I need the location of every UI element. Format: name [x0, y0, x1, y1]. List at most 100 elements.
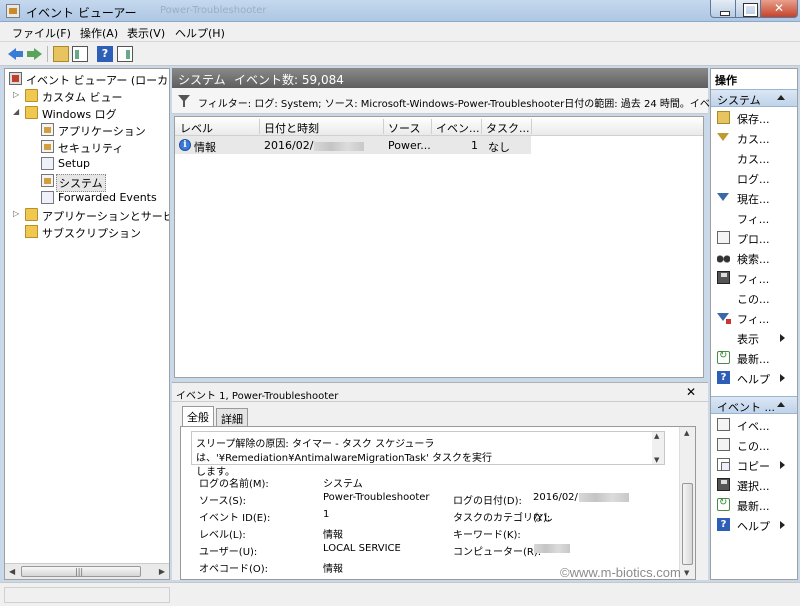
status-cell: [4, 587, 170, 603]
column-divider[interactable]: [481, 119, 482, 134]
help-icon: ?: [717, 518, 730, 531]
keywords-label: キーワード(K):: [453, 530, 521, 541]
actions-section-event[interactable]: イベント ...: [711, 396, 797, 414]
action-attach-task-event[interactable]: この...: [711, 435, 797, 455]
collapse-icon[interactable]: ◢: [13, 107, 19, 116]
column-divider[interactable]: [259, 119, 260, 134]
up-folder-icon[interactable]: [53, 46, 69, 62]
menu-action[interactable]: 操作(A): [80, 25, 118, 41]
event-detail-panel: 全般 詳細 スリープ解除の原因: タイマー - タスク スケジューラは、'¥Re…: [172, 402, 708, 580]
menu-file[interactable]: ファイル(F): [12, 25, 71, 41]
action-properties[interactable]: プロ...: [711, 228, 797, 248]
forward-arrow-icon[interactable]: [27, 46, 43, 62]
tree-label: Forwarded Events: [58, 191, 157, 204]
action-refresh[interactable]: 最新...: [711, 348, 797, 368]
table-row[interactable]: i 情報 2016/02/ Power... 1 なし: [175, 136, 531, 154]
column-datetime[interactable]: 日付と時刻: [264, 120, 319, 136]
log-icon: [41, 191, 54, 204]
scroll-down-icon[interactable]: ▼: [654, 456, 659, 464]
action-help-event[interactable]: ? ヘルプ: [711, 515, 797, 535]
action-label: カス...: [737, 133, 770, 146]
action-save-filter-custom-view[interactable]: フィ...: [711, 308, 797, 328]
log-icon: [41, 140, 54, 153]
detail-vertical-scrollbar[interactable]: ▲ ▼: [679, 427, 695, 579]
event-description[interactable]: スリープ解除の原因: タイマー - タスク スケジューラは、'¥Remediat…: [191, 431, 665, 478]
action-view[interactable]: 表示: [711, 328, 797, 348]
tab-general[interactable]: 全般: [182, 406, 214, 426]
submenu-arrow-icon: [780, 461, 785, 469]
column-source[interactable]: ソース: [388, 120, 420, 136]
action-refresh-event[interactable]: 最新...: [711, 495, 797, 515]
tree-label-selected: システム: [56, 174, 106, 192]
collapse-up-icon[interactable]: [777, 402, 785, 407]
title-bar[interactable]: イベント ビューアー Power-Troubleshooter: [0, 0, 800, 22]
column-divider[interactable]: [431, 119, 432, 134]
scrollbar-grip-icon: |||: [75, 567, 84, 576]
toolbar-separator: [47, 46, 48, 62]
expand-icon[interactable]: ▷: [13, 90, 19, 99]
collapse-up-icon[interactable]: [777, 95, 785, 100]
scroll-left-icon[interactable]: ◀: [9, 567, 15, 576]
log-name-value: システム: [323, 479, 363, 490]
logged-value: 2016/02/: [533, 492, 629, 503]
column-task[interactable]: タスク...: [486, 120, 530, 136]
scrollbar-thumb[interactable]: [682, 483, 693, 565]
maximize-button[interactable]: [735, 0, 761, 18]
action-copy[interactable]: コピー: [711, 455, 797, 475]
redacted-time: [314, 141, 365, 151]
actions-section-system[interactable]: システム: [711, 89, 797, 107]
action-save[interactable]: 保存...: [711, 108, 797, 128]
event-count: イベント数: 59,084: [234, 73, 344, 87]
action-label: ログ...: [737, 173, 770, 186]
action-help[interactable]: ? ヘルプ: [711, 368, 797, 388]
show-console-tree-icon[interactable]: [72, 46, 88, 62]
close-button[interactable]: [760, 0, 798, 18]
tree-label: セキュリティ: [58, 142, 124, 155]
watermark: ©www.m-biotics.com: [560, 565, 681, 580]
action-save-filtered-log[interactable]: フィ...: [711, 268, 797, 288]
open-folder-icon: [717, 111, 730, 124]
scroll-right-icon[interactable]: ▶: [159, 567, 165, 576]
show-action-pane-icon[interactable]: [117, 46, 133, 62]
column-divider[interactable]: [531, 119, 532, 134]
section-label: イベント ...: [717, 401, 775, 414]
menu-bar: ファイル(F) 操作(A) 表示(V) ヘルプ(H): [0, 22, 800, 42]
opcode-value: 情報: [323, 564, 343, 575]
user-value: LOCAL SERVICE: [323, 543, 401, 554]
scroll-up-icon[interactable]: ▲: [654, 432, 659, 440]
column-level[interactable]: レベル: [180, 120, 213, 136]
tree-label: サブスクリプション: [42, 227, 141, 240]
column-event-id[interactable]: イベン...: [436, 120, 480, 136]
description-scrollbar[interactable]: ▲ ▼: [652, 432, 664, 464]
event-id-label: イベント ID(E):: [199, 513, 271, 524]
action-clear-log[interactable]: ログ...: [711, 168, 797, 188]
action-save-selected[interactable]: 選択...: [711, 475, 797, 495]
action-event-properties[interactable]: イベ...: [711, 415, 797, 435]
help-icon[interactable]: ?: [97, 46, 113, 62]
action-attach-task[interactable]: この...: [711, 288, 797, 308]
scroll-up-icon[interactable]: ▲: [684, 429, 689, 437]
expand-icon[interactable]: ▷: [13, 209, 19, 218]
action-clear-filter[interactable]: フィ...: [711, 208, 797, 228]
back-arrow-icon[interactable]: [8, 46, 24, 62]
action-find[interactable]: 検索...: [711, 248, 797, 268]
save-icon: [717, 478, 730, 491]
filter-icon: [717, 191, 730, 204]
scroll-down-icon[interactable]: ▼: [684, 569, 689, 577]
menu-help[interactable]: ヘルプ(H): [175, 25, 225, 41]
action-import-custom-view[interactable]: カス...: [711, 148, 797, 168]
minimize-button[interactable]: [710, 0, 736, 18]
column-divider[interactable]: [383, 119, 384, 134]
folder-icon: [25, 106, 38, 119]
logged-date-text: 2016/02/: [533, 492, 578, 503]
menu-view[interactable]: 表示(V): [127, 25, 165, 41]
action-filter-current-log[interactable]: 現在...: [711, 188, 797, 208]
close-icon[interactable]: ✕: [686, 385, 696, 399]
log-title: システム: [178, 73, 226, 87]
action-create-custom-view[interactable]: カス...: [711, 128, 797, 148]
tree-horizontal-scrollbar[interactable]: ◀ ||| ▶: [5, 563, 169, 579]
tab-details[interactable]: 詳細: [216, 408, 248, 426]
binoculars-icon: [717, 251, 730, 264]
tree-label: アプリケーション: [58, 125, 146, 138]
event-detail-header: イベント 1, Power-Troubleshooter ✕: [172, 382, 708, 402]
